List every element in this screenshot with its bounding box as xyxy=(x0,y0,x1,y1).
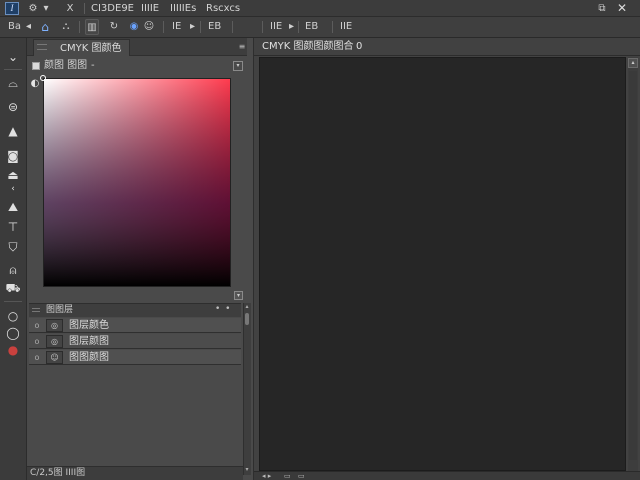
status-view-chip[interactable]: ▭ xyxy=(298,472,305,480)
options-divider xyxy=(262,21,263,33)
options-divider xyxy=(298,21,299,33)
options-group-1-arrow-icon[interactable]: ▸ xyxy=(190,19,195,35)
zoom-tool-icon[interactable]: ○ xyxy=(4,307,22,325)
options-divider xyxy=(332,21,333,33)
menu-item-1[interactable]: CI3DE9E xyxy=(91,1,134,16)
layers-panel-title[interactable]: 图图层 xyxy=(46,304,73,316)
options-divider xyxy=(163,21,164,33)
color-mode-label[interactable]: 颜图 图图 xyxy=(44,59,87,73)
visibility-icon[interactable]: o xyxy=(33,319,41,332)
stamp-tool-icon[interactable]: ⊤ xyxy=(4,218,22,236)
layers-scroll-thumb[interactable] xyxy=(245,313,249,325)
document-icon[interactable]: ⛬ xyxy=(59,19,73,35)
panel-grip-icon[interactable] xyxy=(37,44,47,50)
options-group-5-label[interactable]: IIE xyxy=(340,19,352,35)
chevron-left-icon[interactable]: ‹ xyxy=(4,180,22,198)
layer-name[interactable]: 图层颜色 xyxy=(69,319,109,332)
layer-thumbnail: ☺ xyxy=(46,351,63,364)
layer-name[interactable]: 图图颜图 xyxy=(69,351,109,364)
close-x-icon[interactable]: X xyxy=(64,1,76,16)
visibility-icon[interactable]: o xyxy=(33,335,41,348)
globe-icon[interactable]: ◉ xyxy=(128,19,140,35)
tools-divider xyxy=(4,69,22,70)
options-group-2-label[interactable]: EB xyxy=(208,19,221,35)
options-group-1-label[interactable]: IE xyxy=(172,19,181,35)
options-first-label[interactable]: Ba xyxy=(8,19,21,35)
color-swatch-icon[interactable]: ● xyxy=(4,341,22,359)
document-scroll-thumb[interactable] xyxy=(629,71,637,460)
layers-panel-menu-icon[interactable]: • • xyxy=(215,303,231,315)
shape-tool-icon[interactable]: ⛟ xyxy=(4,279,22,297)
window-restore-icon[interactable]: ⧉ xyxy=(594,1,610,16)
layer-name[interactable]: 图层颜图 xyxy=(69,335,109,348)
menu-item-3[interactable]: IIIIIEs xyxy=(170,1,196,16)
gear-icon[interactable]: ⚙ xyxy=(27,1,39,16)
crop-tool-icon[interactable]: ◙ xyxy=(4,147,22,165)
options-divider xyxy=(200,21,201,33)
chevron-down-icon[interactable]: ⌄ xyxy=(4,48,22,66)
menu-item-4[interactable]: Rscxcs xyxy=(206,1,240,16)
home-icon[interactable]: ⌂ xyxy=(38,19,52,35)
chevron-down-icon[interactable]: ▾ xyxy=(41,1,51,16)
document-tab-title[interactable]: CMYK 图颜图颜图合 xyxy=(262,40,353,54)
color-panel-tab[interactable]: CMYK 图颜色 xyxy=(33,39,131,56)
tools-divider xyxy=(4,301,22,302)
path-tool-icon[interactable]: ⍝ xyxy=(4,261,22,279)
lasso-tool-icon[interactable]: ⊜ xyxy=(4,98,22,116)
color-picker-cursor[interactable] xyxy=(40,75,46,81)
hand-tool-icon[interactable]: ◯ xyxy=(4,324,22,342)
fg-bg-toggle-icon[interactable]: ◐ xyxy=(30,79,40,89)
brush-tool-icon[interactable]: ⛰ xyxy=(4,198,22,216)
scroll-down-icon[interactable]: ▾ xyxy=(243,466,251,474)
status-view-chip[interactable]: ▭ xyxy=(284,472,291,480)
document-tab-close-icon[interactable]: 0 xyxy=(356,40,362,54)
document-status-bar xyxy=(254,471,640,480)
window-close-icon[interactable]: ✕ xyxy=(612,1,632,16)
color-picker-overlay xyxy=(44,79,230,286)
emoji-icon[interactable]: ☺ xyxy=(143,19,155,35)
layer-thumbnail: ◎ xyxy=(46,335,63,348)
app-logo[interactable]: I xyxy=(5,2,19,15)
options-group-3-label[interactable]: IIE xyxy=(270,19,282,35)
shield-tool-icon[interactable]: ⛉ xyxy=(4,238,22,256)
layers-scrollbar[interactable] xyxy=(243,303,251,475)
options-divider xyxy=(79,21,80,33)
layer-thumbnail: ◎ xyxy=(46,319,63,332)
options-group-3-arrow-icon[interactable]: ▸ xyxy=(289,19,294,35)
triangle-tool-icon[interactable]: ▲ xyxy=(4,122,22,140)
status-nav-chip[interactable]: ◂ ▸ xyxy=(262,472,271,480)
left-status-text: C/2,5图 IIII图 xyxy=(30,468,86,478)
panel-grip-icon[interactable] xyxy=(32,308,40,312)
color-mode-dropdown-icon[interactable]: - xyxy=(91,59,95,73)
scroll-up-icon[interactable]: ▴ xyxy=(628,58,638,68)
swatch-chip[interactable] xyxy=(32,62,40,70)
panel-menu-icon[interactable]: ≡ xyxy=(237,40,247,54)
options-divider xyxy=(232,21,233,33)
color-panel-options-button[interactable]: ▾ xyxy=(233,61,243,71)
options-group-4-label[interactable]: EB xyxy=(305,19,318,35)
document-canvas[interactable] xyxy=(259,57,626,471)
scroll-up-icon[interactable]: ▴ xyxy=(243,303,251,311)
rotate-icon[interactable]: ↻ xyxy=(107,19,121,35)
color-field-options-button[interactable]: ▾ xyxy=(234,291,243,300)
menu-item-2[interactable]: IIIIE xyxy=(141,1,159,16)
visibility-icon[interactable]: o xyxy=(33,351,41,364)
layers-icon[interactable]: ▥ xyxy=(85,19,99,35)
options-first-arrow-icon[interactable]: ◂ xyxy=(26,19,31,35)
menu-divider xyxy=(84,3,85,14)
move-tool-icon[interactable]: ⌓ xyxy=(4,74,22,92)
